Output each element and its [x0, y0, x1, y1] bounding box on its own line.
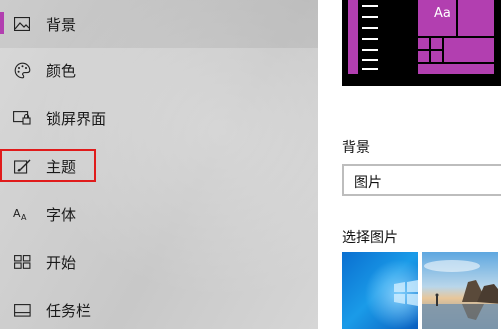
dropdown-value: 图片	[354, 175, 382, 191]
nav-item-label: 任务栏	[46, 301, 92, 320]
theme-preview: Aa	[342, 0, 501, 86]
start-icon	[13, 253, 31, 271]
picture-icon	[13, 15, 31, 33]
nav-item-background[interactable]: 背景	[0, 0, 318, 48]
nav-item-label: 锁屏界面	[46, 109, 107, 128]
svg-text:A: A	[13, 207, 21, 220]
main-pane: Aa 背景 图片 选择图片	[318, 0, 501, 329]
background-heading: 背景	[342, 140, 370, 156]
nav-item-fonts[interactable]: AA 字体	[0, 190, 318, 238]
nav-item-label: 开始	[46, 253, 77, 272]
nav-item-label: 字体	[46, 205, 77, 224]
nav-item-colors[interactable]: 颜色	[0, 46, 318, 94]
font-icon: AA	[13, 205, 31, 223]
highlight-annotation-box	[0, 149, 96, 182]
wallpaper-thumbnail[interactable]	[342, 252, 418, 329]
start-menu-preview-graphic	[348, 0, 494, 74]
settings-sidebar: 背景 颜色 锁屏界面 主题 AA 字体 开始 任务栏	[0, 0, 318, 329]
lock-screen-icon	[13, 109, 31, 127]
nav-item-label: 背景	[46, 15, 77, 34]
nav-item-label: 颜色	[46, 61, 77, 80]
taskbar-icon	[13, 301, 31, 319]
choose-picture-heading: 选择图片	[342, 230, 398, 246]
nav-item-taskbar[interactable]: 任务栏	[0, 286, 318, 329]
svg-text:A: A	[21, 213, 27, 221]
nav-item-lock-screen[interactable]: 锁屏界面	[0, 94, 318, 142]
preview-sample-text: Aa	[434, 6, 451, 21]
palette-icon	[13, 61, 31, 79]
nav-item-start[interactable]: 开始	[0, 238, 318, 286]
selection-indicator	[0, 12, 4, 34]
wallpaper-thumbnail[interactable]	[422, 252, 498, 329]
background-type-dropdown[interactable]: 图片	[342, 164, 501, 196]
